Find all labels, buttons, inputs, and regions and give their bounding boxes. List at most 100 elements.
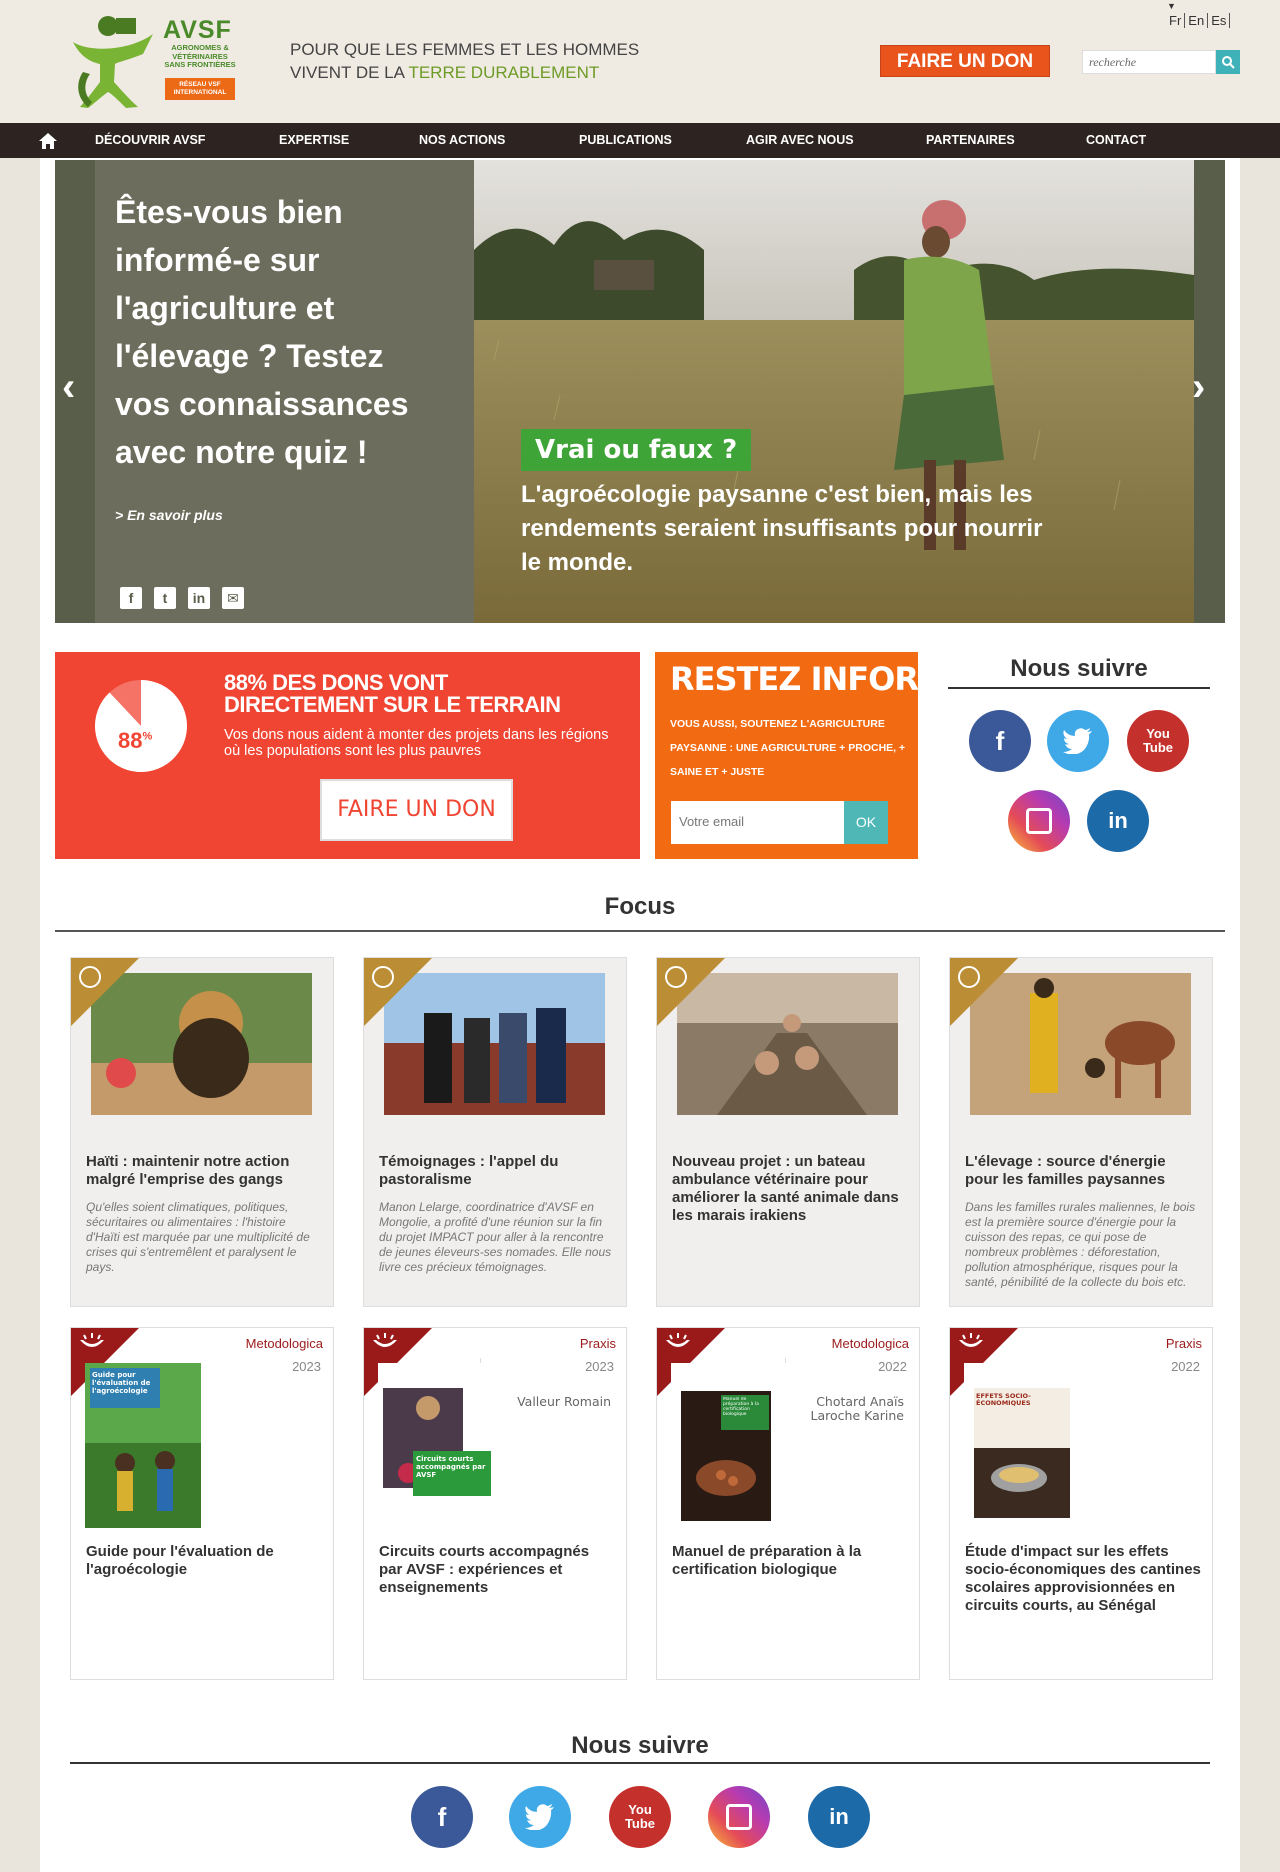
nav-decouvrir[interactable]: DÉCOUVRIR AVSF — [95, 123, 205, 158]
twitter-icon[interactable] — [509, 1786, 571, 1848]
focus-card-text: Qu'elles soient climatiques, politiques,… — [86, 1200, 310, 1274]
slide-caption: L'agroécologie paysanne c'est bien, mais… — [521, 481, 1043, 576]
focus-card-corner — [71, 958, 139, 1026]
focus-divider — [55, 930, 1225, 932]
publication-type: Praxis — [579, 1336, 616, 1351]
publication-year: 2023 — [292, 1359, 321, 1374]
slide-read-more-link[interactable]: > En savoir plus — [115, 507, 223, 523]
nav-agir[interactable]: AGIR AVEC NOUS — [746, 123, 854, 158]
publication-cover: Circuits courts accompagnés par AVSF — [378, 1363, 494, 1528]
publication-title: Guide pour l'évaluation de l'agroécologi… — [86, 1543, 274, 1578]
footer-follow-divider — [70, 1762, 1210, 1764]
logo-word: AVSF — [163, 16, 232, 44]
tagline-part-a: VIVENT DE LA — [290, 63, 409, 82]
donation-pie-chart — [95, 680, 187, 772]
publication-card[interactable]: Metodologica 2023 Guide pour l'évaluatio… — [70, 1327, 334, 1680]
tagline-line1: POUR QUE LES FEMMES ET LES HOMMES — [290, 40, 640, 59]
instagram-icon[interactable] — [708, 1786, 770, 1848]
focus-card-title: Nouveau projet : un bateau ambulance vét… — [672, 1153, 899, 1224]
donation-percent: 88% — [118, 728, 152, 754]
tagline-part-b: TERRE — [408, 63, 467, 82]
nav-publications[interactable]: PUBLICATIONS — [579, 123, 672, 158]
publication-card[interactable]: Praxis 2022 EFFETS SOCIO-ÉCONOMIQUES Étu… — [949, 1327, 1213, 1680]
publication-type: Praxis — [1165, 1336, 1202, 1351]
youtube-icon[interactable]: You Tube — [609, 1786, 671, 1848]
facebook-icon[interactable]: f — [969, 710, 1031, 772]
publication-title: Étude d'impact sur les effets socio-écon… — [965, 1543, 1201, 1614]
globe-icon — [665, 966, 687, 988]
globe-icon — [958, 966, 980, 988]
linkedin-icon[interactable]: in — [808, 1786, 870, 1848]
globe-icon — [372, 966, 394, 988]
slider-prev-icon[interactable]: ‹ — [62, 365, 75, 410]
linkedin-icon[interactable]: in — [188, 587, 210, 609]
publication-title: Circuits courts accompagnés par AVSF : e… — [379, 1543, 590, 1596]
focus-card[interactable]: Nouveau projet : un bateau ambulance vét… — [656, 957, 920, 1307]
search-input[interactable]: recherche — [1082, 50, 1216, 74]
newsletter-title: RESTEZ INFORMÉ ! — [670, 660, 994, 698]
newsletter-text: Vous aussi, soutenez l'agriculture paysa… — [670, 718, 906, 778]
facebook-icon[interactable]: f — [411, 1786, 473, 1848]
publication-type: Metodologica — [245, 1336, 323, 1351]
nav-contact[interactable]: CONTACT — [1086, 123, 1146, 158]
youtube-icon[interactable]: You Tube — [1127, 710, 1189, 772]
donation-title: 88% DES DONS VONT DIRECTEMENT SUR LE TER… — [224, 672, 561, 716]
slider-next-icon[interactable]: › — [1192, 365, 1205, 410]
logo-subtitle: AGRONOMES & VÉTÉRINAIRES SANS FRONTIÈRES — [164, 43, 236, 69]
twitter-icon[interactable] — [1047, 710, 1109, 772]
focus-card-title: Haïti : maintenir notre action malgré l'… — [86, 1153, 290, 1188]
lang-fr[interactable]: Fr — [1166, 13, 1186, 28]
twitter-icon[interactable]: t — [154, 587, 176, 609]
publication-year: 2023 — [585, 1359, 614, 1374]
publication-author: Chotard Anaïs Laroche Karine — [810, 1394, 904, 1423]
focus-card[interactable]: Haïti : maintenir notre action malgré l'… — [70, 957, 334, 1307]
follow-divider — [948, 687, 1210, 689]
nav-nos-actions[interactable]: NOS ACTIONS — [419, 123, 505, 158]
donation-text: Vos dons nous aident à monter des projet… — [224, 727, 609, 759]
linkedin-icon[interactable]: in — [1087, 790, 1149, 852]
language-caret-icon: ▼ — [1167, 1, 1176, 11]
publication-card[interactable]: Metodologica 2022 Chotard Anaïs Laroche … — [656, 1327, 920, 1680]
donation-percent-sign: % — [142, 730, 153, 743]
publication-cover: Guide pour l'évaluation de l'agroécologi… — [85, 1363, 201, 1528]
publication-cover: EFFETS SOCIO-ÉCONOMIQUES — [964, 1363, 1080, 1528]
publication-title: Manuel de préparation à la certification… — [672, 1543, 862, 1578]
instagram-icon[interactable] — [1008, 790, 1070, 852]
email-field[interactable]: Votre email — [671, 801, 844, 844]
logo-figure-icon — [73, 16, 153, 108]
publication-cover-text: EFFETS SOCIO-ÉCONOMIQUES — [976, 1393, 1031, 1407]
sun-logo-icon — [959, 1333, 983, 1347]
tagline-part-c: DURABLEMENT — [466, 63, 600, 82]
focus-card-corner — [950, 958, 1018, 1026]
sun-logo-icon — [80, 1333, 104, 1347]
search-icon[interactable] — [1216, 50, 1240, 74]
publication-cover-text: Guide pour l'évaluation de l'agroécologi… — [92, 1371, 151, 1395]
nav-expertise[interactable]: EXPERTISE — [279, 123, 349, 158]
site-tagline: POUR QUE LES FEMMES ET LES HOMMES VIVENT… — [290, 38, 639, 84]
footer-follow-title: Nous suivre — [571, 1732, 709, 1759]
avsf-logo[interactable]: AVSF AGRONOMES & VÉTÉRINAIRES SANS FRONT… — [68, 12, 238, 112]
facebook-icon[interactable]: f — [120, 587, 142, 609]
publication-card[interactable]: Praxis 2023 Valleur Romain Circuits cour… — [363, 1327, 627, 1680]
publication-author: Valleur Romain — [517, 1394, 611, 1409]
donate-button[interactable]: FAIRE UN DON — [320, 779, 513, 841]
lang-en[interactable]: En — [1185, 13, 1209, 28]
main-nav: DÉCOUVRIR AVSF EXPERTISE NOS ACTIONS PUB… — [0, 123, 1280, 158]
slide-badge: Vrai ou faux ? — [521, 429, 752, 471]
sun-logo-icon — [373, 1333, 397, 1347]
site-header: AVSF AGRONOMES & VÉTÉRINAIRES SANS FRONT… — [0, 0, 1280, 123]
mail-icon[interactable]: ✉ — [222, 587, 244, 609]
nav-partenaires[interactable]: PARTENAIRES — [926, 123, 1015, 158]
header-donate-button[interactable]: FAIRE UN DON — [880, 45, 1050, 77]
slide-share-icons: f t in ✉ — [120, 587, 260, 609]
slide-title: Êtes-vous bien informé-e sur l'agricultu… — [115, 194, 409, 470]
focus-card[interactable]: L'élevage : source d'énergie pour les fa… — [949, 957, 1213, 1307]
focus-card-title: L'élevage : source d'énergie pour les fa… — [965, 1153, 1166, 1188]
focus-card-text: Manon Lelarge, coordinatrice d'AVSF en M… — [379, 1200, 612, 1274]
lang-es[interactable]: Es — [1208, 13, 1231, 28]
globe-icon — [79, 966, 101, 988]
focus-card[interactable]: Témoignages : l'appel du pastoralisme Ma… — [363, 957, 627, 1307]
home-icon[interactable] — [38, 132, 58, 150]
follow-title: Nous suivre — [1010, 655, 1148, 682]
newsletter-ok-button[interactable]: OK — [844, 801, 888, 844]
